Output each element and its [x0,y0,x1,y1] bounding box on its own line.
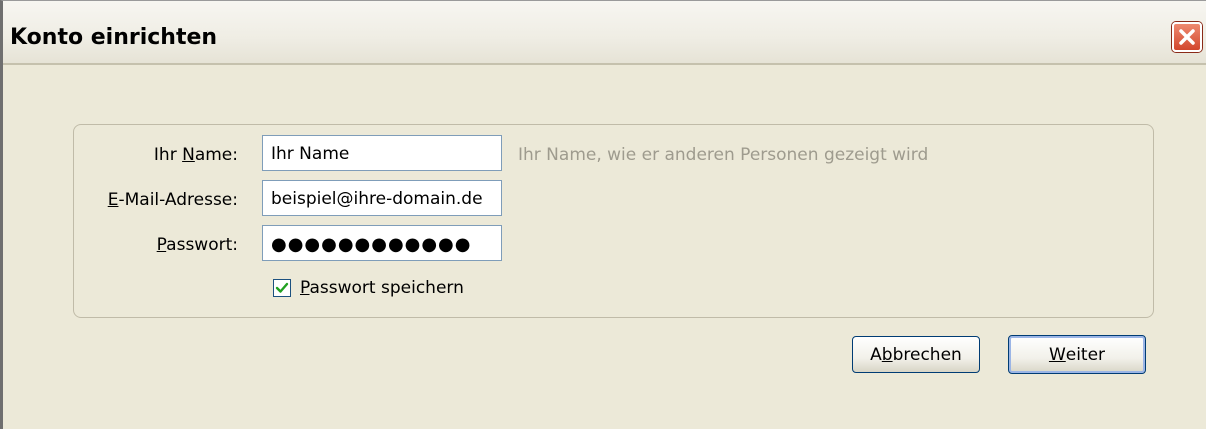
name-hint: Ihr Name, wie er anderen Personen gezeig… [518,145,929,165]
dialog-window: Konto einrichten Ihr Name: Ihr Name Ihr … [0,0,1206,429]
name-label: Ihr Name: [153,145,238,165]
window-title: Konto einrichten [10,25,218,50]
password-label: Passwort: [156,235,238,255]
title-bar[interactable]: Konto einrichten [3,1,1206,65]
name-input[interactable]: Ihr Name [262,135,502,171]
email-label: E-Mail-Adresse: [107,190,238,210]
remember-password-label[interactable]: Passwort speichern [300,278,464,298]
remember-password-checkbox[interactable] [273,279,291,297]
next-button[interactable]: Weiter [1008,335,1146,374]
password-mask: ●●●●●●●●●●●● [271,234,472,255]
cancel-button[interactable]: Ab brechen [852,336,980,373]
close-button[interactable] [1172,22,1202,52]
email-input[interactable]: beispiel@ihre-domain.de [262,180,502,216]
checkmark-icon [275,282,289,293]
password-input[interactable]: ●●●●●●●●●●●● [262,225,502,261]
close-x-icon [1179,29,1195,45]
